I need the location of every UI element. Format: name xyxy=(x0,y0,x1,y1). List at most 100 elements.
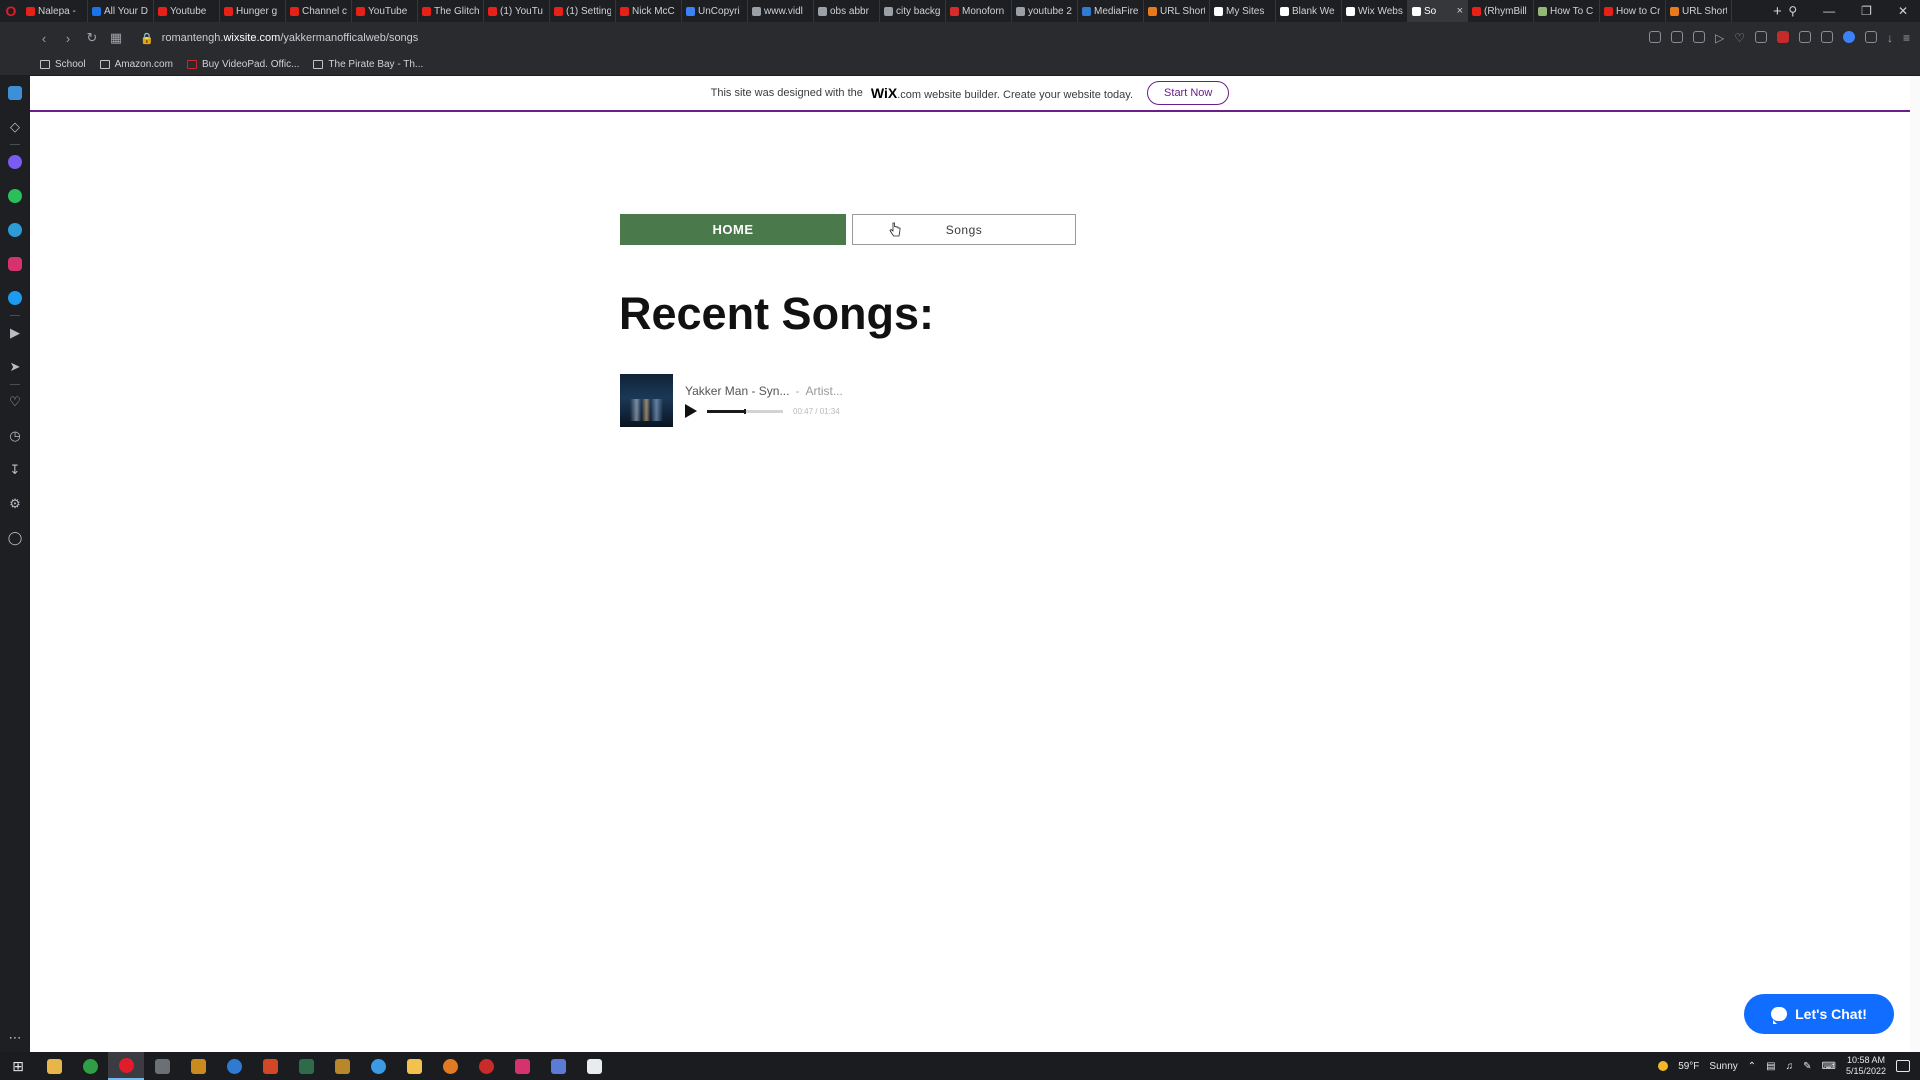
downloads-icon[interactable]: ↧ xyxy=(0,453,30,487)
album-cover[interactable] xyxy=(620,374,673,427)
browser-tab[interactable]: How to Cr xyxy=(1600,0,1666,22)
browser-tab[interactable]: YouTube xyxy=(352,0,418,22)
browser-tab[interactable]: youtube 2 xyxy=(1012,0,1078,22)
instagram-icon[interactable] xyxy=(0,247,30,281)
shield-icon[interactable] xyxy=(1692,31,1705,43)
play-icon[interactable]: ▷ xyxy=(1715,31,1724,45)
chrome-icon[interactable] xyxy=(72,1052,108,1080)
pen-icon[interactable]: ✎ xyxy=(1803,1061,1811,1072)
new-tab-button[interactable]: + xyxy=(1766,3,1788,20)
cube-icon[interactable] xyxy=(1864,31,1877,43)
browser-tab[interactable]: URL Short xyxy=(1144,0,1210,22)
chevron-up-icon[interactable]: ⌃ xyxy=(1748,1061,1756,1072)
opera-icon[interactable] xyxy=(108,1052,144,1080)
nav-songs-button[interactable]: Songs xyxy=(852,214,1076,245)
star-app-icon[interactable] xyxy=(324,1052,360,1080)
browser-tab[interactable]: www.vidl xyxy=(748,0,814,22)
nav-home-button[interactable]: HOME xyxy=(620,214,846,245)
back-button[interactable]: ‹ xyxy=(32,31,56,46)
browser-tab[interactable]: (1) Setting xyxy=(550,0,616,22)
edge-icon[interactable] xyxy=(216,1052,252,1080)
messenger-icon[interactable] xyxy=(0,145,30,179)
progress-knob[interactable] xyxy=(744,408,746,414)
video-editor-icon[interactable] xyxy=(576,1052,612,1080)
tab-grid-icon[interactable]: ▦ xyxy=(104,30,128,46)
notes-icon[interactable] xyxy=(396,1052,432,1080)
bookmark-piratebay[interactable]: The Pirate Bay - Th... xyxy=(313,59,423,70)
bookmark-school[interactable]: School xyxy=(40,59,86,70)
progress-bar[interactable] xyxy=(707,408,783,414)
browser-tab[interactable]: How To C xyxy=(1534,0,1600,22)
forward-button[interactable]: › xyxy=(56,31,80,46)
history-icon[interactable]: ◷ xyxy=(0,419,30,453)
terminal-icon[interactable] xyxy=(288,1052,324,1080)
bookmarks-heart-icon[interactable]: ♡ xyxy=(0,385,30,419)
extension-icon[interactable] xyxy=(1754,31,1767,43)
weather-desc[interactable]: Sunny xyxy=(1709,1061,1737,1072)
extension-icon[interactable] xyxy=(1820,31,1833,43)
play-button[interactable] xyxy=(685,404,697,418)
browser-tab[interactable]: Wix Webs xyxy=(1342,0,1408,22)
calculator-icon[interactable] xyxy=(144,1052,180,1080)
app-icon[interactable] xyxy=(180,1052,216,1080)
player-icon[interactable]: ▶ xyxy=(0,316,30,350)
lets-chat-button[interactable]: Let's Chat! xyxy=(1744,994,1894,1034)
obs-like-icon[interactable] xyxy=(432,1052,468,1080)
snapshot-icon[interactable] xyxy=(1648,31,1661,43)
bookmark-amazon[interactable]: Amazon.com xyxy=(99,59,173,70)
notification-icon[interactable] xyxy=(1896,1060,1910,1072)
opera-menu-icon[interactable]: O xyxy=(0,0,22,22)
bookmark-videopad[interactable]: Buy VideoPad. Offic... xyxy=(186,59,299,70)
download-icon[interactable]: ↓ xyxy=(1887,31,1893,45)
sidebar-home-icon[interactable] xyxy=(0,76,30,110)
windows-start-icon[interactable]: ⊞ xyxy=(0,1058,36,1075)
flow-icon[interactable]: ➤ xyxy=(0,350,30,384)
volume-icon[interactable]: ♫ xyxy=(1786,1061,1794,1072)
triangle-app-icon[interactable] xyxy=(540,1052,576,1080)
browser-tab[interactable]: URL Short xyxy=(1666,0,1732,22)
search-tabs-icon[interactable]: ⚲ xyxy=(1788,4,1797,18)
browser-tab[interactable]: The Glitch xyxy=(418,0,484,22)
powerpoint-icon[interactable] xyxy=(252,1052,288,1080)
browser-tab[interactable]: Monoforn xyxy=(946,0,1012,22)
browser-tab[interactable]: MediaFire xyxy=(1078,0,1144,22)
close-tab-icon[interactable]: × xyxy=(1457,5,1463,17)
minimize-button[interactable]: — xyxy=(1823,4,1835,18)
browser-tab[interactable]: Hunger g xyxy=(220,0,286,22)
browser-tab[interactable]: city backg xyxy=(880,0,946,22)
lightbulb-icon[interactable]: ◯ xyxy=(0,521,30,555)
browser-tab[interactable]: My Sites xyxy=(1210,0,1276,22)
browser-tab[interactable]: Blank We xyxy=(1276,0,1342,22)
sidebar-more-icon[interactable]: ⋯ xyxy=(0,1030,30,1046)
browser-tab[interactable]: So × xyxy=(1408,0,1468,22)
whatsapp-icon[interactable] xyxy=(0,179,30,213)
browser-tab[interactable]: Nick McC xyxy=(616,0,682,22)
z-app-icon[interactable] xyxy=(504,1052,540,1080)
network-icon[interactable]: ▤ xyxy=(1766,1061,1775,1072)
browser-tab[interactable]: UnCopyri xyxy=(682,0,748,22)
browser-tab[interactable]: All Your D xyxy=(88,0,154,22)
browser-tab[interactable]: Nalepa - xyxy=(22,0,88,22)
browser-tab[interactable]: Youtube xyxy=(154,0,220,22)
profile-icon[interactable] xyxy=(1842,31,1855,43)
sidebar-speed-dial-icon[interactable]: ◇ xyxy=(0,110,30,144)
heart-icon[interactable]: ♡ xyxy=(1734,31,1745,45)
twitter-icon[interactable] xyxy=(0,281,30,315)
vpn-icon[interactable] xyxy=(1798,31,1811,43)
clock[interactable]: 10:58 AM 5/15/2022 xyxy=(1846,1055,1886,1077)
camera-icon[interactable] xyxy=(1670,31,1683,43)
reload-button[interactable]: ↻ xyxy=(80,30,104,46)
telegram-icon[interactable] xyxy=(0,213,30,247)
recorder-icon[interactable] xyxy=(468,1052,504,1080)
close-window-button[interactable]: ✕ xyxy=(1898,4,1908,18)
settings-gear-icon[interactable]: ⚙ xyxy=(0,487,30,521)
browser-tab[interactable]: (RhymBill xyxy=(1468,0,1534,22)
pdf-extension-icon[interactable] xyxy=(1776,31,1789,43)
restore-button[interactable]: ❐ xyxy=(1861,4,1872,18)
weather-temp[interactable]: 59°F xyxy=(1678,1061,1699,1072)
page-scrollbar[interactable] xyxy=(1910,76,1920,1052)
keyboard-icon[interactable]: ⌨ xyxy=(1822,1061,1836,1072)
settings-app-icon[interactable] xyxy=(360,1052,396,1080)
browser-tab[interactable]: obs abbr xyxy=(814,0,880,22)
url-field[interactable]: 🔒 romantengh.wixsite.com/yakkermanoffica… xyxy=(140,32,418,45)
